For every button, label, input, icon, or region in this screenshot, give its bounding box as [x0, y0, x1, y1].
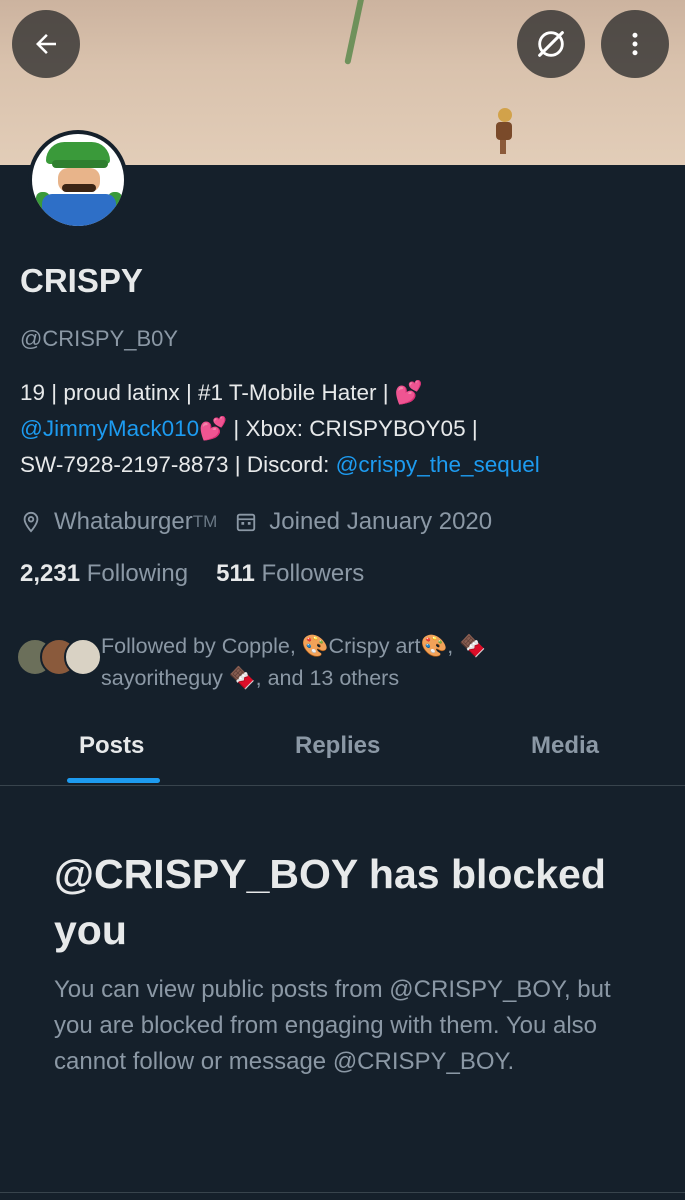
bio-line-2: @JimmyMack010💕 | Xbox: CRISPYBOY05 | — [20, 416, 478, 441]
following-link[interactable]: 2,231 Following — [20, 560, 188, 588]
blocked-title: @CRISPY_BOY has blocked you — [54, 851, 606, 953]
tab-posts[interactable]: Posts — [79, 732, 144, 760]
follow-counts: 2,231 Following 511 Followers — [20, 560, 392, 588]
banner-streak — [344, 0, 366, 65]
follower-avatar — [64, 638, 102, 676]
bio-line-1: 19 | proud latinx | #1 T-Mobile Hater | … — [20, 380, 423, 405]
display-name: CRISPY — [20, 262, 143, 299]
user-handle: @CRISPY_B0Y — [20, 326, 179, 351]
bio-line-3: SW-7928-2197-8873 | Discord: @crispy_the… — [20, 452, 540, 477]
bio-mention-link[interactable]: @JimmyMack010 — [20, 416, 199, 441]
joined-date: Joined January 2020 — [235, 508, 492, 536]
profile-meta: Whataburger TM Joined January 2020 — [20, 506, 492, 538]
more-options-button[interactable] — [601, 10, 669, 78]
active-tab-indicator — [67, 778, 160, 783]
followers-link[interactable]: 511 Followers — [216, 560, 364, 588]
more-vertical-icon — [632, 32, 638, 56]
arrow-left-icon — [36, 34, 56, 54]
calendar-icon — [237, 513, 256, 532]
tab-replies[interactable]: Replies — [295, 732, 380, 760]
banner-figure — [492, 108, 516, 156]
profile-tabs: Posts Replies Media — [0, 716, 685, 786]
profile-bio: 19 | proud latinx | #1 T-Mobile Hater | … — [20, 375, 670, 483]
grok-button[interactable] — [517, 10, 585, 78]
hearts-emoji: 💕 — [199, 416, 228, 441]
location: Whataburger TM — [20, 508, 217, 536]
followers-you-know[interactable]: Followed by Copple, 🎨Crispy art🎨, 🍫 sayo… — [16, 630, 676, 694]
grok-icon — [538, 31, 564, 57]
blocked-description: You can view public posts from @CRISPY_B… — [54, 976, 611, 1075]
divider — [0, 1192, 685, 1193]
tab-media[interactable]: Media — [531, 732, 599, 760]
profile-avatar[interactable] — [28, 130, 128, 230]
location-pin-icon — [23, 511, 39, 533]
followed-by-text: Followed by Copple, 🎨Crispy art🎨, 🍫 sayo… — [101, 634, 487, 690]
back-button[interactable] — [12, 10, 80, 78]
bio-discord-link[interactable]: @crispy_the_sequel — [336, 452, 540, 477]
hearts-emoji: 💕 — [394, 380, 423, 405]
